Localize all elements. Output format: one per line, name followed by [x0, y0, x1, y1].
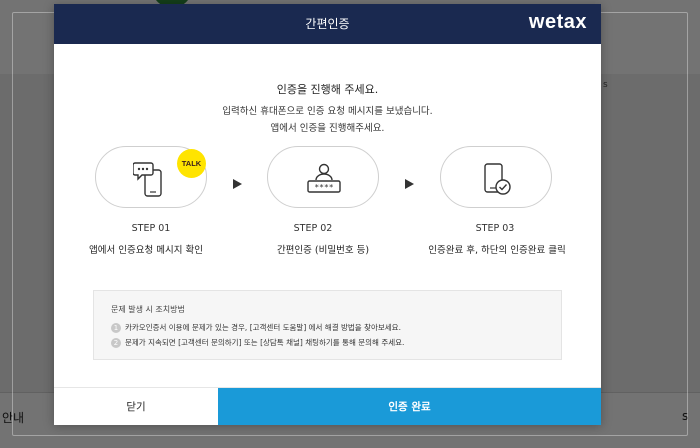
simple-auth-modal: 간편인증 wetax 인증을 진행해 주세요. 입력하신 휴대폰으로 인증 요청…	[54, 4, 601, 425]
auth-heading: 인증을 진행해 주세요.	[276, 83, 379, 96]
password-user-icon: ****	[307, 163, 341, 193]
step-arrow-2-icon	[405, 179, 414, 189]
troubleshooting-item-text[interactable]: 문제가 지속되면 [고객센터 문의하기] 또는 [상담톡 채널] 채팅하기를 통…	[125, 338, 404, 347]
step-01-card: TALK	[95, 146, 207, 208]
item-number-badge: 1	[111, 323, 121, 333]
phone-check-icon	[484, 163, 511, 195]
troubleshooting-item: 1 카카오인증서 이용에 문제가 있는 경우, [고객센터 도움말] 에서 해결 …	[111, 322, 401, 333]
wetax-logo: wetax	[528, 11, 587, 33]
modal-title: 간편인증	[305, 17, 350, 31]
step-03-card	[440, 146, 552, 208]
auth-description-line2: 앱에서 인증을 진행해주세요.	[270, 123, 385, 134]
modal-footer: 닫기 인증 완료	[54, 387, 601, 425]
step-01-label: STEP 01	[131, 223, 171, 234]
close-button[interactable]: 닫기	[54, 388, 218, 425]
step-02-card: ****	[267, 146, 379, 208]
troubleshooting-item: 2 문제가 지속되면 [고객센터 문의하기] 또는 [상담톡 채널] 채팅하기를 …	[111, 337, 404, 348]
step-03-description: 인증완료 후, 하단의 인증완료 클릭	[428, 245, 566, 256]
auth-description-line1: 입력하신 휴대폰으로 인증 요청 메시지를 보냈습니다.	[222, 106, 433, 117]
svg-text:****: ****	[314, 183, 333, 192]
item-number-badge: 2	[111, 338, 121, 348]
troubleshooting-item-text[interactable]: 카카오인증서 이용에 문제가 있는 경우, [고객센터 도움말] 에서 해결 방…	[125, 323, 401, 332]
step-arrow-1-icon	[233, 179, 242, 189]
kakao-talk-icon: TALK	[177, 149, 206, 178]
modal-header: 간편인증 wetax	[54, 4, 601, 44]
troubleshooting-box: 문제 발생 시 조치방법 1 카카오인증서 이용에 문제가 있는 경우, [고객센…	[93, 290, 562, 360]
step-01-description: 앱에서 인증요청 메시지 확인	[89, 245, 203, 256]
step-02-label: STEP 02	[293, 223, 333, 234]
auth-complete-button[interactable]: 인증 완료	[218, 388, 601, 425]
phone-message-icon	[133, 162, 162, 197]
step-03-label: STEP 03	[475, 223, 515, 234]
step-02-description: 간편인증 (비밀번호 등)	[276, 245, 370, 256]
troubleshooting-title: 문제 발생 시 조치방법	[111, 305, 185, 314]
